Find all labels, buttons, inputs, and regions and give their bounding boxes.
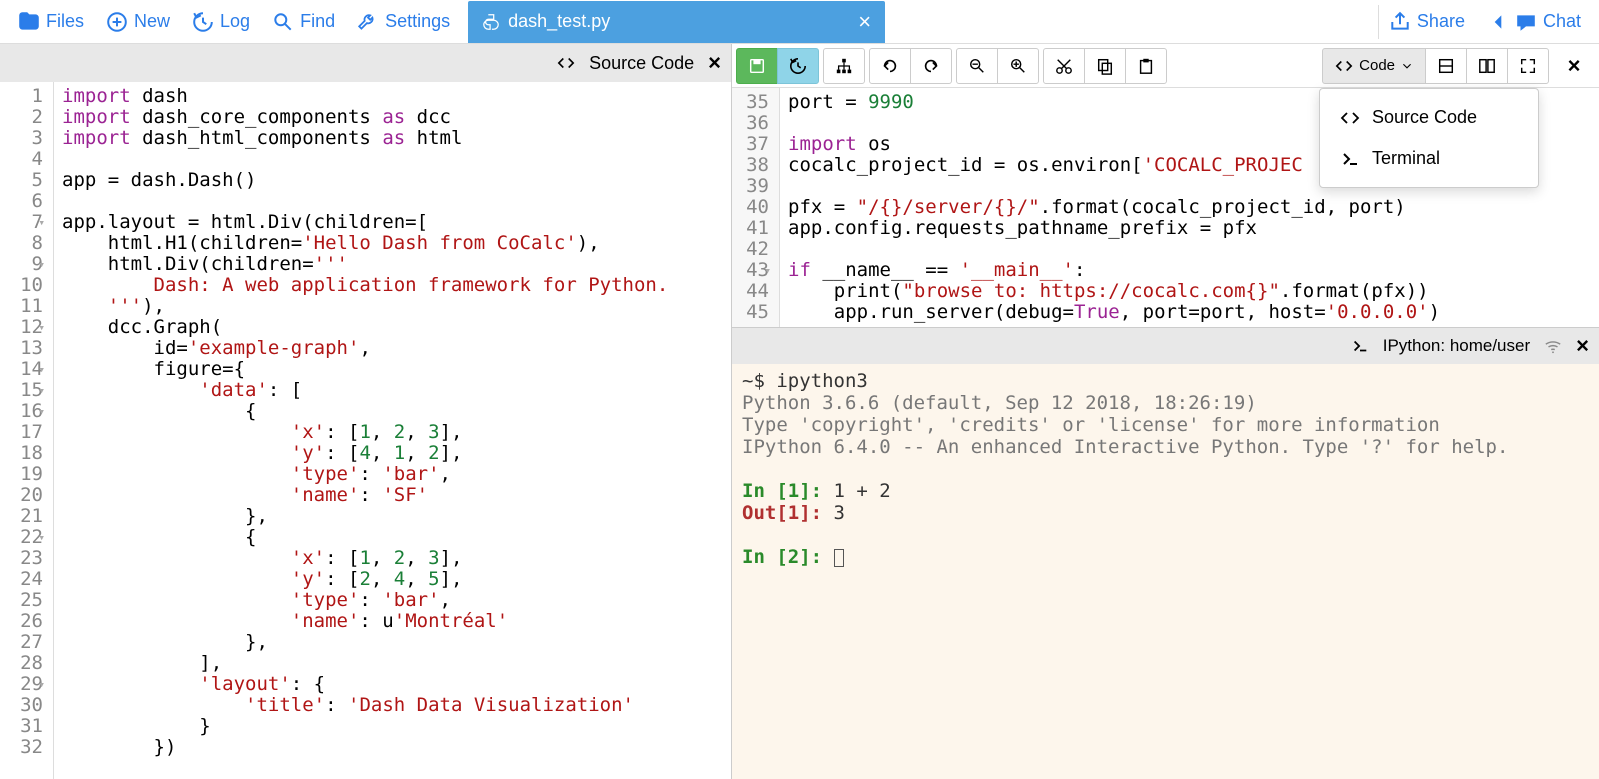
terminal-cursor	[834, 549, 844, 567]
terminal-line: IPython 6.4.0 -- An enhanced Interactive…	[742, 436, 1589, 458]
new-label: New	[134, 11, 170, 32]
expand-button[interactable]	[1507, 48, 1549, 84]
right-toolbar: Code × Source Code Terminal	[732, 44, 1599, 88]
log-button[interactable]: Log	[182, 5, 260, 39]
search-icon	[272, 11, 294, 33]
cut-button[interactable]	[1043, 48, 1085, 84]
terminal-icon	[1340, 149, 1360, 169]
chat-button[interactable]: Chat	[1477, 5, 1591, 39]
left-pane-header: Source Code ×	[0, 44, 731, 82]
toolbar-left: Files New Log Find Settings dash_test.py…	[0, 1, 885, 43]
files-label: Files	[46, 11, 84, 32]
python-icon	[482, 13, 500, 31]
paste-button[interactable]	[1125, 48, 1167, 84]
code-icon	[1340, 108, 1360, 128]
tab-close-button[interactable]: ×	[618, 9, 871, 35]
find-label: Find	[300, 11, 335, 32]
terminal-line	[742, 458, 1589, 480]
settings-label: Settings	[385, 11, 450, 32]
right-toolbar-close[interactable]: ×	[1553, 48, 1595, 84]
zoom-out-icon	[968, 57, 986, 75]
share-label: Share	[1417, 11, 1465, 32]
dropdown-item-label: Terminal	[1372, 148, 1440, 169]
split-button[interactable]	[1466, 48, 1508, 84]
terminal-line: In [2]:	[742, 546, 1589, 568]
left-editor[interactable]: 1234567891011121314151617181920212223242…	[0, 82, 731, 779]
undo-button[interactable]	[869, 48, 911, 84]
terminal-title: IPython: home/user	[1383, 336, 1530, 356]
redo-icon	[922, 57, 940, 75]
right-pane: Code × Source Code Terminal 353637383940…	[732, 44, 1599, 779]
copy-icon	[1096, 57, 1114, 75]
code-icon	[557, 54, 575, 72]
disk-icon	[1437, 57, 1455, 75]
new-button[interactable]: New	[96, 5, 180, 39]
sitemap-icon	[835, 57, 853, 75]
terminal-line: Type 'copyright', 'credits' or 'license'…	[742, 414, 1589, 436]
caret-left-icon	[1487, 11, 1509, 33]
toolbar-right: Share Chat	[1378, 5, 1599, 39]
terminal-line: Python 3.6.6 (default, Sep 12 2018, 18:2…	[742, 392, 1589, 414]
terminal-line: Out[1]: 3	[742, 502, 1589, 524]
terminal-header: IPython: home/user ×	[732, 328, 1599, 364]
settings-button[interactable]: Settings	[347, 5, 460, 39]
terminal-icon	[1351, 337, 1369, 355]
chat-icon	[1515, 11, 1537, 33]
zoom-out-button[interactable]	[956, 48, 998, 84]
split-icon	[1478, 57, 1496, 75]
plus-icon	[106, 11, 128, 33]
wrench-icon	[357, 11, 379, 33]
chat-label: Chat	[1543, 11, 1581, 32]
tab-filename: dash_test.py	[508, 11, 610, 32]
folder-icon	[18, 11, 40, 33]
paste-icon	[1137, 57, 1155, 75]
share-icon	[1389, 11, 1411, 33]
file-tab[interactable]: dash_test.py ×	[468, 1, 885, 43]
left-gutter: 1234567891011121314151617181920212223242…	[0, 82, 54, 779]
wifi-icon	[1544, 337, 1562, 355]
sitemap-button[interactable]	[823, 48, 865, 84]
cut-icon	[1055, 57, 1073, 75]
right-gutter: 3536373839404142434445	[732, 88, 780, 327]
terminal-line: ~$ ipython3	[742, 370, 1589, 392]
left-pane-close[interactable]: ×	[708, 50, 721, 76]
main-area: Source Code × 12345678910111213141516171…	[0, 44, 1599, 779]
left-pane-title: Source Code	[589, 53, 694, 74]
code-dropdown-button[interactable]: Code	[1322, 48, 1426, 84]
history-icon	[192, 11, 214, 33]
left-pane: Source Code × 12345678910111213141516171…	[0, 44, 732, 779]
code-label: Code	[1359, 57, 1395, 74]
dropdown-source-code[interactable]: Source Code	[1320, 97, 1538, 138]
find-button[interactable]: Find	[262, 5, 345, 39]
terminal-line	[742, 524, 1589, 546]
expand-icon	[1519, 57, 1537, 75]
save-icon	[748, 57, 766, 75]
dropdown-terminal[interactable]: Terminal	[1320, 138, 1538, 179]
left-code[interactable]: import dashimport dash_core_components a…	[54, 82, 731, 779]
zoom-in-icon	[1009, 57, 1027, 75]
top-toolbar: Files New Log Find Settings dash_test.py…	[0, 0, 1599, 44]
code-dropdown-menu: Source Code Terminal	[1319, 88, 1539, 188]
files-button[interactable]: Files	[8, 5, 94, 39]
save-button[interactable]	[736, 48, 778, 84]
undo-icon	[881, 57, 899, 75]
timetravel-button[interactable]	[777, 48, 819, 84]
caret-down-icon	[1401, 60, 1413, 72]
history-icon	[789, 57, 807, 75]
terminal-body[interactable]: ~$ ipython3 Python 3.6.6 (default, Sep 1…	[732, 364, 1599, 779]
share-button[interactable]: Share	[1379, 5, 1475, 39]
copy-button[interactable]	[1084, 48, 1126, 84]
terminal-line: In [1]: 1 + 2	[742, 480, 1589, 502]
code-icon	[1335, 57, 1353, 75]
log-label: Log	[220, 11, 250, 32]
dropdown-item-label: Source Code	[1372, 107, 1477, 128]
redo-button[interactable]	[910, 48, 952, 84]
terminal-close[interactable]: ×	[1576, 333, 1589, 359]
disk-button[interactable]	[1425, 48, 1467, 84]
zoom-in-button[interactable]	[997, 48, 1039, 84]
